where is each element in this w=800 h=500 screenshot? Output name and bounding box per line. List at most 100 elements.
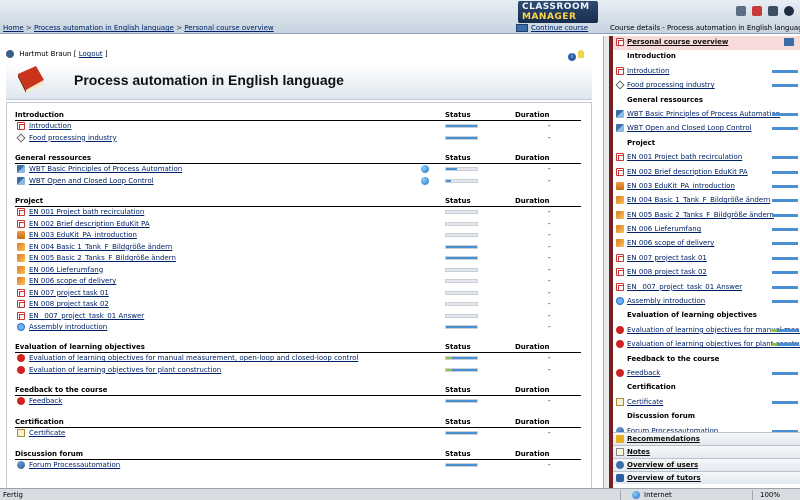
sidebar-item[interactable]: Evaluation of learning objectives for ma…: [613, 324, 800, 338]
sidebar-item[interactable]: EN 006 Lieferumfang: [613, 223, 800, 237]
sidebar-item-label[interactable]: WBT Basic Principles of Process Automati…: [627, 110, 780, 118]
sidebar-tab-label[interactable]: Overview of users: [627, 461, 698, 469]
sidebar-item-label[interactable]: Certificate: [627, 398, 663, 406]
sidebar-item[interactable]: Feedback: [613, 367, 800, 381]
sidebar-item-label[interactable]: EN 006 scope of delivery: [627, 239, 714, 247]
course-item-link[interactable]: EN 005 Basic 2_Tanks_F_Bildgröße ändern: [29, 254, 176, 262]
breadcrumb-overview[interactable]: Personal course overview: [184, 24, 273, 32]
sidebar-item[interactable]: EN 002 Brief description EduKit PA: [613, 166, 800, 180]
sidebar-heading-label: General ressources: [627, 95, 704, 104]
sidebar-item-label[interactable]: Personal course overview: [627, 38, 728, 46]
course-item-link[interactable]: Introduction: [29, 122, 71, 130]
sidebar-item[interactable]: EN 005 Basic 2_Tanks_F_Bildgröße ändern: [613, 209, 800, 223]
sidebar-item[interactable]: EN 008 project task 02: [613, 266, 800, 280]
sidebar-item[interactable]: EN _007_project_task_01 Answer: [613, 281, 800, 295]
course-item-link[interactable]: EN 004 Basic 1_Tank_F_Bildgröße ändern: [29, 243, 172, 251]
course-item-row: Assembly introduction -: [15, 322, 581, 334]
sidebar-item-label[interactable]: EN 007 project task 01: [627, 254, 707, 262]
logout-link[interactable]: Logout: [79, 50, 103, 58]
sidebar-item[interactable]: WBT Basic Principles of Process Automati…: [613, 108, 800, 122]
duration-value: -: [548, 176, 551, 185]
breadcrumb-course[interactable]: Process automation in English language: [34, 24, 174, 32]
sidebar-item[interactable]: Introduction: [613, 65, 800, 79]
sidebar-item[interactable]: Food processing industry: [613, 79, 800, 93]
course-item-link[interactable]: Forum Processautomation: [29, 461, 120, 469]
print-icon[interactable]: [752, 6, 762, 16]
sidebar-tab-label[interactable]: Overview of tutors: [627, 474, 701, 482]
duration-value: -: [548, 311, 551, 320]
sidebar-item-label[interactable]: Introduction: [627, 67, 669, 75]
sidebar-item[interactable]: EN 007 project task 01: [613, 252, 800, 266]
info-icon[interactable]: i: [568, 53, 576, 61]
zoom-level[interactable]: 100%: [760, 491, 780, 499]
course-item-link[interactable]: Evaluation of learning objectives for pl…: [29, 366, 221, 374]
course-item-link[interactable]: EN _007_project_task_01 Answer: [29, 312, 144, 320]
course-item-link[interactable]: WBT Open and Closed Loop Control: [29, 177, 154, 185]
sidebar-tab-label[interactable]: Notes: [627, 448, 650, 456]
sidebar-tab[interactable]: Notes: [613, 445, 800, 458]
course-item-link[interactable]: Assembly introduction: [29, 323, 107, 331]
sidebar-item-label[interactable]: Assembly introduction: [627, 297, 705, 305]
mini-progress-bar: [772, 156, 798, 160]
course-item-link[interactable]: EN 007 project task 01: [29, 289, 109, 297]
course-item-row: Forum Processautomation -: [15, 460, 581, 472]
progress-fill: [446, 368, 477, 371]
settings-icon[interactable]: [784, 6, 794, 16]
sidebar-item-label[interactable]: EN 003 EduKit_PA_introduction: [627, 182, 735, 190]
swap-icon[interactable]: [784, 38, 794, 46]
sidebar-item-label[interactable]: Feedback: [627, 369, 660, 377]
sidebar-item-label[interactable]: EN 002 Brief description EduKit PA: [627, 168, 748, 176]
tools-icon[interactable]: [768, 6, 778, 16]
status-column-header: Status: [445, 111, 471, 119]
sidebar-section-heading: Introduction: [613, 50, 800, 64]
sidebar-item-label[interactable]: EN 008 project task 02: [627, 268, 707, 276]
continue-course-label[interactable]: Continue course: [531, 24, 588, 32]
breadcrumb-home[interactable]: Home: [3, 24, 24, 32]
course-item-link[interactable]: Evaluation of learning objectives for ma…: [29, 354, 358, 362]
sidebar-item-label[interactable]: WBT Open and Closed Loop Control: [627, 124, 752, 132]
home-icon[interactable]: [736, 6, 746, 16]
course-item-link[interactable]: Feedback: [29, 397, 62, 405]
sidebar-item[interactable]: Evaluation of learning objectives for pl…: [613, 338, 800, 352]
section-title: General ressources: [15, 154, 92, 162]
ie-icon: [17, 323, 25, 331]
launch-globe-icon[interactable]: [421, 165, 429, 173]
sidebar-item-label[interactable]: EN 001 Project bath recirculation: [627, 153, 742, 161]
launch-globe-icon[interactable]: [421, 176, 429, 185]
course-item-link[interactable]: Food processing industry: [29, 134, 117, 142]
course-item-link[interactable]: EN 006 scope of delivery: [29, 277, 116, 285]
course-item-link[interactable]: EN 006 Lieferumfang: [29, 266, 103, 274]
sidebar-item[interactable]: EN 004 Basic 1_Tank_F_Bildgröße ändern: [613, 194, 800, 208]
progress-fill: [446, 168, 457, 170]
sidebar-item-label[interactable]: EN 004 Basic 1_Tank_F_Bildgröße ändern: [627, 196, 770, 204]
sidebar-item[interactable]: EN 003 EduKit_PA_introduction: [613, 180, 800, 194]
duration-column-header: Duration: [515, 197, 550, 205]
lightbulb-icon[interactable]: [578, 50, 584, 58]
course-item-link[interactable]: EN 001 Project bath recirculation: [29, 208, 144, 216]
sidebar-item[interactable]: EN 006 scope of delivery: [613, 237, 800, 251]
sidebar-tab-label[interactable]: Recommendations: [627, 435, 700, 443]
sidebar-item-label[interactable]: EN 005 Basic 2_Tanks_F_Bildgröße ändern: [627, 211, 774, 219]
sidebar-item-label[interactable]: Food processing industry: [627, 81, 715, 89]
sidebar-item[interactable]: EN 001 Project bath recirculation: [613, 151, 800, 165]
course-item-link[interactable]: EN 002 Brief description EduKit PA: [29, 220, 150, 228]
course-item-link[interactable]: WBT Basic Principles of Process Automati…: [29, 165, 182, 173]
sidebar-item-personal-overview[interactable]: Personal course overview: [613, 36, 800, 51]
sidebar-tab[interactable]: Overview of tutors: [613, 471, 800, 484]
sidebar-item[interactable]: Assembly introduction: [613, 295, 800, 309]
progress-fill: [446, 179, 451, 182]
mini-progress-bar: [772, 184, 798, 188]
course-item-link[interactable]: EN 008 project task 02: [29, 300, 109, 308]
sidebar-item-label[interactable]: EN _007_project_task_01 Answer: [627, 283, 742, 291]
progress-fill: [446, 464, 477, 466]
sidebar-tab[interactable]: Overview of users: [613, 458, 800, 471]
continue-course-link[interactable]: Continue course: [516, 24, 588, 32]
course-item-link[interactable]: EN 003 EduKit_PA_introduction: [29, 231, 137, 239]
notes-icon: [616, 448, 624, 456]
sidebar-tab[interactable]: Recommendations: [613, 432, 800, 445]
sidebar-item[interactable]: WBT Open and Closed Loop Control: [613, 122, 800, 136]
course-item-link[interactable]: Certificate: [29, 429, 65, 437]
question-icon: [17, 397, 25, 405]
sidebar-item-label[interactable]: EN 006 Lieferumfang: [627, 225, 701, 233]
sidebar-item[interactable]: Certificate: [613, 396, 800, 410]
